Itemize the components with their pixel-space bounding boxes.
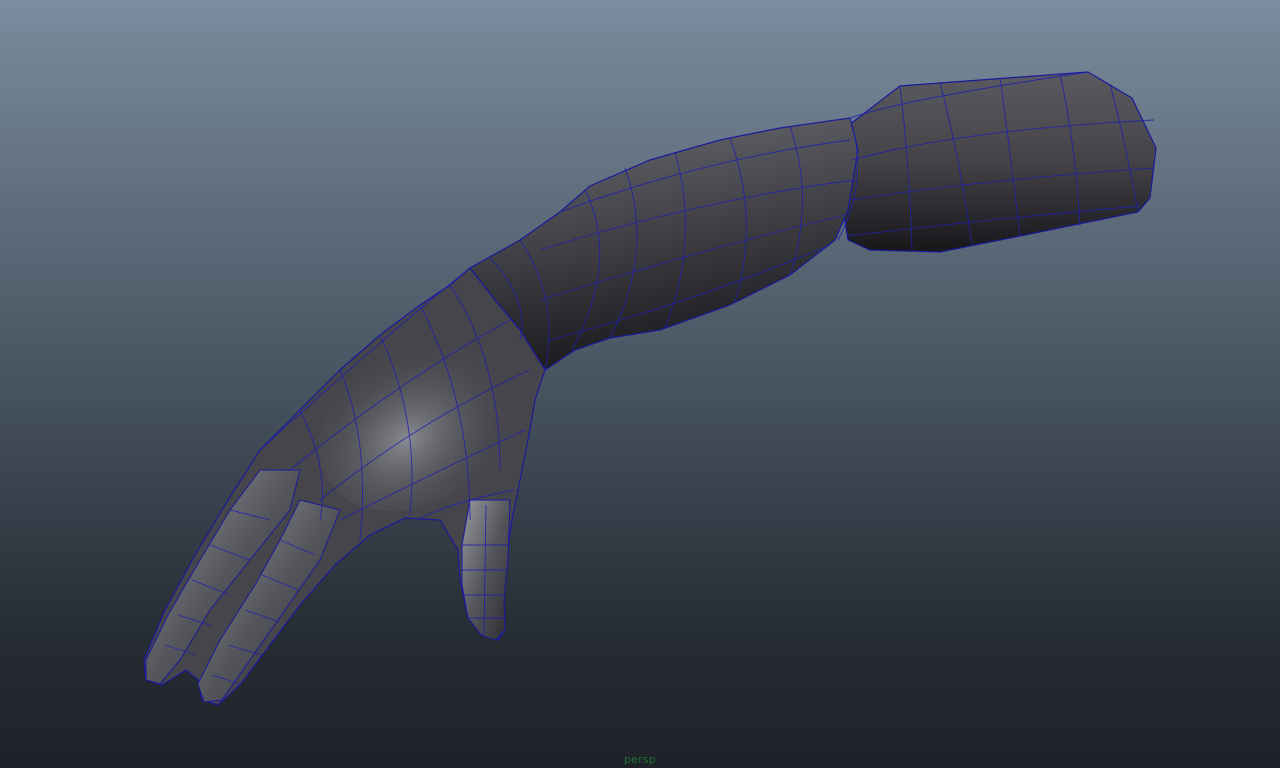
- arm-mesh[interactable]: [143, 71, 1157, 706]
- viewport-scene[interactable]: [0, 0, 1280, 768]
- upper-arm-surface[interactable]: [839, 71, 1157, 253]
- forearm-surface[interactable]: [469, 117, 859, 371]
- camera-name-label: persp: [624, 753, 656, 766]
- perspective-viewport[interactable]: persp: [0, 0, 1280, 768]
